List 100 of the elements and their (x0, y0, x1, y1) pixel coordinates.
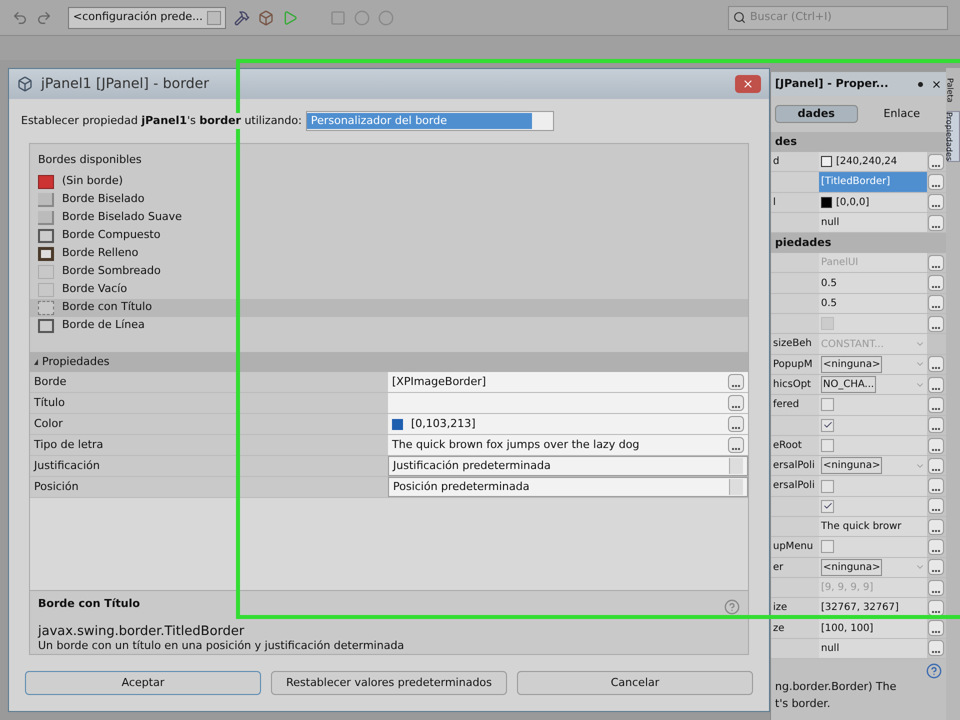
cube-icon (17, 76, 33, 92)
hammer-icon[interactable] (234, 10, 250, 26)
panel-tab[interactable]: dades (775, 105, 858, 123)
ellipsis-button[interactable] (928, 458, 944, 474)
ellipsis-button[interactable] (728, 416, 744, 432)
dialog-button[interactable]: Cancelar (517, 671, 753, 695)
border-list-item[interactable]: Borde Vacío (30, 280, 748, 298)
property-value[interactable]: [0,103,213] (388, 414, 748, 434)
ellipsis-button[interactable] (928, 154, 944, 170)
close-icon[interactable] (931, 78, 942, 90)
property-value[interactable]: 0.5 (819, 273, 927, 293)
dialog-button[interactable]: Aceptar (25, 671, 261, 695)
ellipsis-button[interactable] (928, 214, 944, 231)
ellipsis-button[interactable] (928, 275, 944, 292)
checkbox[interactable] (821, 398, 834, 412)
border-list-item[interactable]: Borde Compuesto (30, 226, 748, 244)
pin-icon[interactable] (918, 82, 923, 86)
side-tab[interactable]: Paleta (946, 78, 960, 103)
border-list-item[interactable]: Borde Biselado (30, 190, 748, 208)
property-name: d (771, 152, 819, 172)
border-list-item[interactable]: Borde de Línea (30, 316, 748, 334)
property-value[interactable]: null (819, 212, 927, 232)
property-value[interactable]: 0.5 (819, 294, 927, 314)
ellipsis-button[interactable] (928, 417, 944, 434)
ellipsis-button[interactable] (928, 518, 944, 535)
property-value[interactable]: [240,240,24 (819, 152, 927, 172)
ellipsis-button[interactable] (728, 374, 744, 390)
ellipsis-button[interactable] (928, 438, 944, 454)
panel-title: [JPanel] - Proper... (775, 76, 888, 92)
ellipsis-button[interactable] (928, 640, 944, 656)
configuration-combo[interactable]: <configuración prede... (68, 6, 226, 28)
ellipsis-button[interactable] (928, 376, 944, 393)
ellipsis-button[interactable] (928, 600, 944, 616)
dots-icon (932, 408, 940, 410)
ellipsis-button[interactable] (928, 478, 944, 494)
check-icon (822, 420, 832, 430)
ellipsis-button[interactable] (728, 395, 744, 411)
border-list-item[interactable]: Borde Sombreado (30, 262, 748, 280)
property-value[interactable]: NO_CHA... (819, 374, 927, 394)
collapse-icon[interactable] (34, 359, 38, 365)
dots-icon (932, 428, 940, 430)
ellipsis-button[interactable] (928, 580, 944, 596)
property-value[interactable]: <ninguna> (819, 456, 927, 476)
checkbox[interactable] (821, 439, 834, 452)
border-type-icon (38, 228, 54, 242)
properties-header: Propiedades (30, 352, 748, 372)
help-icon[interactable] (926, 663, 942, 680)
property-value[interactable]: <ninguna> (819, 558, 927, 577)
dots-icon (932, 326, 940, 329)
checkbox[interactable] (821, 480, 834, 493)
property-value[interactable]: <ninguna> (819, 354, 927, 374)
property-value[interactable]: Justificación predeterminada (388, 456, 748, 476)
help-text: t's border. (775, 696, 832, 712)
border-list-item[interactable]: Borde Relleno (30, 244, 748, 262)
ellipsis-button[interactable] (928, 194, 944, 210)
property-value[interactable]: [100, 100] (819, 618, 927, 638)
border-list-item[interactable]: Borde Biselado Suave (30, 208, 748, 226)
ellipsis-button[interactable] (928, 174, 944, 190)
property-value[interactable]: Posición predeterminada (388, 477, 748, 497)
dots-icon (932, 367, 940, 370)
border-type-icon (38, 246, 54, 260)
property-value[interactable]: The quick brown fox jumps over the lazy dog (388, 435, 748, 455)
border-list-item[interactable]: (Sin borde) (30, 172, 748, 190)
close-button[interactable] (735, 75, 761, 93)
checkbox[interactable] (821, 540, 834, 554)
ellipsis-button[interactable] (928, 254, 944, 271)
ellipsis-button[interactable] (928, 620, 944, 636)
ellipsis-button[interactable] (928, 538, 944, 555)
dots-icon (932, 651, 940, 654)
ellipsis-button[interactable] (928, 498, 944, 514)
dots-icon (932, 388, 940, 390)
property-name: l (771, 192, 819, 212)
side-tab[interactable]: Propiedades (946, 110, 960, 162)
dots-icon (932, 570, 940, 572)
property-value[interactable]: The quick browr (819, 517, 927, 536)
property-value[interactable]: [0,0,0] (819, 192, 927, 212)
checkbox[interactable] (821, 418, 834, 432)
cube-icon[interactable] (258, 10, 274, 26)
property-value[interactable]: [XPImageBorder] (388, 372, 748, 392)
panel-tab[interactable]: Enlace (862, 105, 942, 123)
window-title: jPanel1 [JPanel] - border (41, 74, 210, 94)
ellipsis-button[interactable] (928, 295, 944, 312)
checkbox[interactable] (821, 500, 834, 513)
ellipsis-button[interactable] (728, 437, 744, 453)
ellipsis-button[interactable] (928, 356, 944, 372)
dots-icon (932, 306, 940, 308)
ellipsis-button[interactable] (928, 396, 944, 413)
border-list-item[interactable]: Borde con Título (30, 298, 748, 316)
property-name: ze (771, 618, 819, 638)
dots-icon (932, 509, 940, 512)
dots-icon (932, 205, 940, 208)
property-value[interactable]: null (819, 638, 927, 658)
border-type-icon (38, 192, 54, 206)
section-heading: Bordes disponibles (38, 152, 143, 168)
ellipsis-button[interactable] (928, 559, 944, 576)
ellipsis-button[interactable] (928, 316, 944, 332)
dialog-button[interactable]: Restablecer valores predeterminados (271, 671, 507, 695)
description-class: javax.swing.border.TitledBorder (38, 624, 244, 639)
dots-icon (932, 610, 940, 613)
border-type-icon (38, 174, 54, 188)
